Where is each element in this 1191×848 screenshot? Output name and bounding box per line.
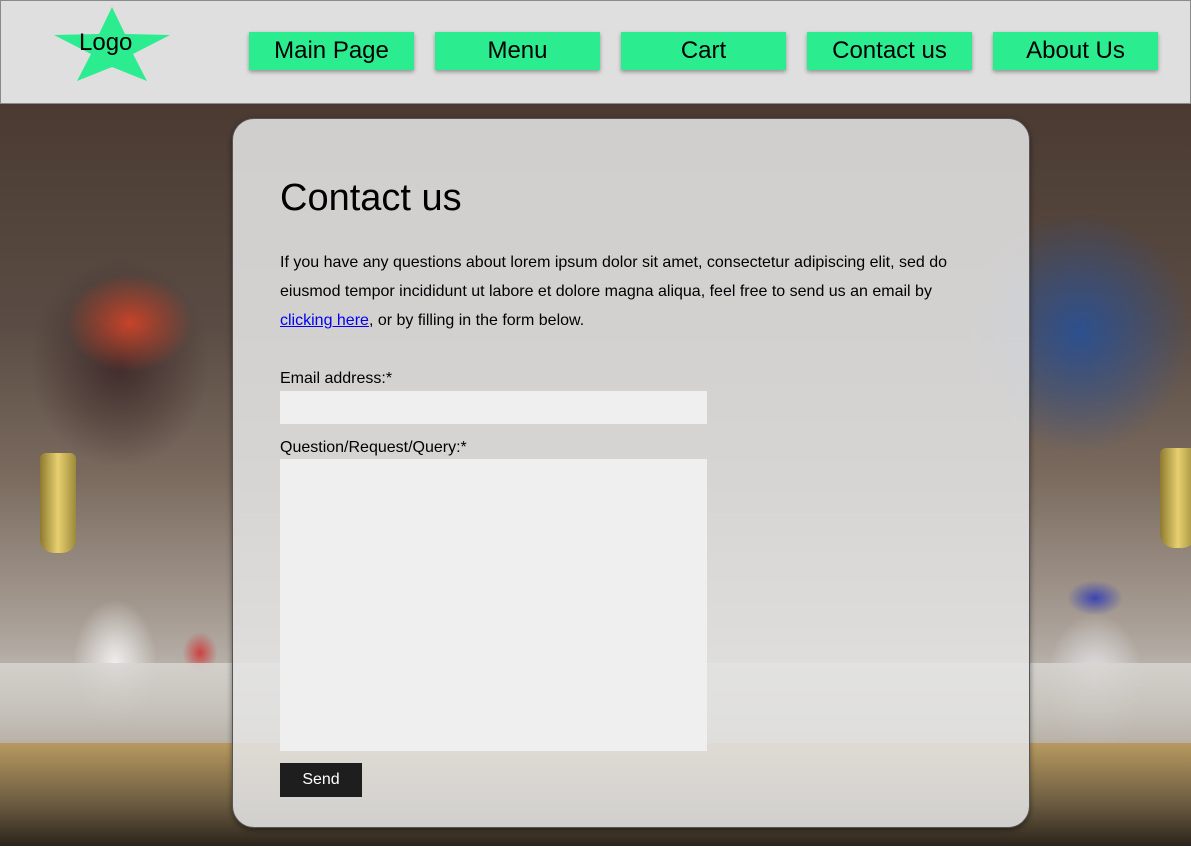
logo-label: Logo (79, 29, 133, 56)
background-lamp (1160, 448, 1191, 548)
site-header: Logo Main Page Menu Cart Contact us Abou… (0, 0, 1191, 104)
query-textarea[interactable] (280, 459, 707, 751)
intro-text-start: If you have any questions about lorem ip… (280, 254, 948, 300)
contact-card: Contact us If you have any questions abo… (232, 118, 1030, 828)
send-button[interactable]: Send (280, 763, 362, 797)
nav-main-page-button[interactable]: Main Page (249, 32, 414, 70)
nav-menu-button[interactable]: Menu (435, 32, 600, 70)
email-field[interactable] (280, 391, 707, 424)
email-link[interactable]: clicking here (280, 312, 369, 329)
nav-about-us-button[interactable]: About Us (993, 32, 1158, 70)
intro-text-end: , or by filling in the form below. (368, 312, 585, 329)
nav-contact-us-button[interactable]: Contact us (807, 32, 972, 70)
query-label: Question/Request/Query:* (280, 439, 467, 456)
logo[interactable]: Logo (53, 7, 171, 83)
page-title: Contact us (280, 177, 462, 219)
nav-cart-button[interactable]: Cart (621, 32, 786, 70)
background-lamp (40, 453, 76, 553)
email-label: Email address:* (280, 370, 393, 387)
page: Logo Main Page Menu Cart Contact us Abou… (0, 0, 1191, 848)
intro-text: If you have any questions about lorem ip… (280, 248, 970, 335)
